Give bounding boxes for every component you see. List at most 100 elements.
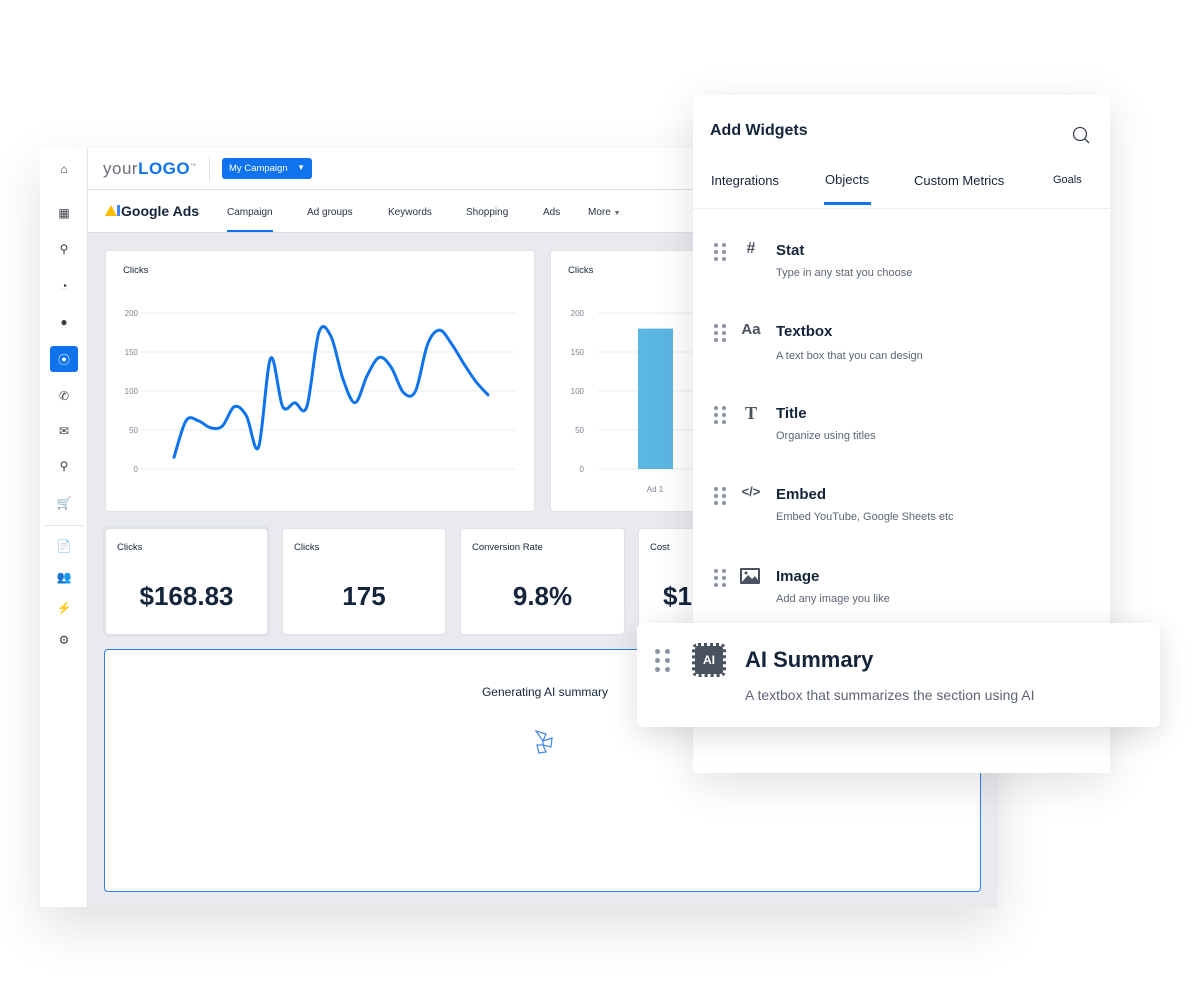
title-icon: T bbox=[744, 403, 757, 423]
widget-desc: A textbox that summarizes the section us… bbox=[745, 687, 1035, 703]
tab-objects[interactable]: Objects bbox=[825, 172, 869, 187]
google-ads-icon bbox=[105, 205, 117, 216]
widget-desc: Embed YouTube, Google Sheets etc bbox=[776, 511, 954, 523]
widget-desc: Type in any stat you choose bbox=[776, 267, 913, 279]
stat-value: $168.83 bbox=[139, 581, 234, 611]
line-chart-card: Clicks 0 50 100 150 200 bbox=[105, 250, 535, 512]
chevron-down-icon: ▼ bbox=[297, 163, 305, 172]
x-tick-label: Ad 1 bbox=[647, 485, 664, 494]
nav-shopping[interactable]: Shopping bbox=[466, 207, 508, 218]
campaign-dropdown[interactable]: My Campaign ▼ bbox=[222, 158, 312, 179]
logo-prefix: your bbox=[103, 159, 139, 178]
home-icon[interactable]: ⌂ bbox=[50, 156, 78, 182]
google-ads-brand: Google Ads bbox=[105, 203, 199, 219]
divider bbox=[693, 208, 1110, 209]
widget-name: Textbox bbox=[776, 323, 833, 340]
y-tick-label: 0 bbox=[134, 465, 139, 474]
chat-icon[interactable]: ● bbox=[50, 309, 78, 335]
widget-desc: Organize using titles bbox=[776, 430, 876, 442]
drag-handle-icon[interactable] bbox=[714, 406, 726, 424]
widget-name: Image bbox=[776, 568, 820, 585]
cart-icon[interactable]: 🛒 bbox=[50, 490, 78, 516]
logo-tm: ™ bbox=[190, 163, 197, 170]
nav-ads[interactable]: Ads bbox=[543, 207, 560, 218]
widget-name: Embed bbox=[776, 486, 827, 503]
ppc-icon[interactable]: ⦿ bbox=[50, 346, 78, 372]
users-icon[interactable]: 👥 bbox=[50, 564, 78, 590]
stat-card[interactable]: Clicks $168.83 bbox=[105, 528, 268, 635]
widget-name: Title bbox=[776, 405, 807, 422]
y-tick-label: 100 bbox=[571, 387, 585, 396]
divider bbox=[209, 157, 210, 181]
gear-icon[interactable]: ⚙ bbox=[50, 627, 78, 653]
stat-value: 175 bbox=[342, 581, 386, 611]
widget-name: AI Summary bbox=[745, 647, 874, 672]
phone-icon[interactable]: ✆ bbox=[50, 383, 78, 409]
dashboard-icon[interactable]: ▦ bbox=[50, 200, 78, 226]
tab-custom-metrics[interactable]: Custom Metrics bbox=[914, 173, 1004, 188]
drag-handle-icon[interactable] bbox=[714, 569, 726, 587]
ai-chip-icon: AI bbox=[692, 643, 726, 677]
code-icon: </> bbox=[741, 484, 761, 499]
widget-embed[interactable]: </> Embed Embed YouTube, Google Sheets e… bbox=[693, 484, 1110, 554]
pie-chart-icon[interactable]: ◔ bbox=[50, 273, 78, 299]
drag-handle-icon[interactable] bbox=[714, 243, 726, 261]
drag-handle-icon[interactable] bbox=[655, 649, 670, 672]
ai-chip-label: AI bbox=[703, 653, 715, 667]
stat-card[interactable]: Conversion Rate 9.8% bbox=[460, 528, 625, 635]
y-tick-label: 100 bbox=[125, 387, 139, 396]
campaign-label: My Campaign bbox=[229, 163, 288, 174]
stat-label: Conversion Rate bbox=[472, 542, 543, 553]
tab-integrations[interactable]: Integrations bbox=[711, 173, 779, 188]
active-tab-indicator bbox=[824, 202, 871, 205]
stat-label: Clicks bbox=[294, 542, 320, 553]
y-tick-label: 200 bbox=[571, 309, 585, 318]
y-tick-label: 200 bbox=[125, 309, 139, 318]
line-chart: 0 50 100 150 200 bbox=[125, 309, 516, 474]
widget-title[interactable]: T Title Organize using titles bbox=[693, 403, 1110, 473]
widget-stat[interactable]: # Stat Type in any stat you choose bbox=[693, 240, 1110, 310]
plug-icon[interactable]: ⚡ bbox=[50, 595, 78, 621]
logo: yourLOGO™ bbox=[103, 159, 197, 179]
y-tick-label: 50 bbox=[129, 426, 138, 435]
widget-textbox[interactable]: Aa Textbox A text box that you can desig… bbox=[693, 321, 1110, 391]
y-tick-label: 0 bbox=[580, 465, 585, 474]
tab-goals[interactable]: Goals bbox=[1053, 174, 1082, 186]
logo-main: LOGO bbox=[138, 159, 191, 178]
y-tick-label: 50 bbox=[575, 426, 584, 435]
mail-icon[interactable]: ✉ bbox=[50, 418, 78, 444]
widget-name: Stat bbox=[776, 242, 805, 259]
stat-value: 9.8% bbox=[512, 581, 573, 611]
widget-desc: Add any image you like bbox=[776, 593, 890, 605]
y-tick-label: 150 bbox=[125, 348, 139, 357]
active-tab-indicator bbox=[227, 230, 273, 232]
stat-label: Cost bbox=[650, 542, 670, 553]
loading-spinner-icon bbox=[534, 729, 553, 754]
widget-desc: A text box that you can design bbox=[776, 350, 923, 362]
panel-title: Add Widgets bbox=[710, 122, 808, 139]
sidebar: ⌂ ▦ ⚲ ◔ ● ⦿ ✆ ✉ ⚲ 🛒 📄 👥 ⚡ ⚙ bbox=[40, 148, 88, 907]
search-icon[interactable] bbox=[1072, 126, 1092, 146]
document-icon[interactable]: 📄 bbox=[50, 533, 78, 559]
chevron-down-icon: ▼ bbox=[613, 210, 621, 217]
nav-keywords[interactable]: Keywords bbox=[388, 207, 432, 218]
nav-ad-groups[interactable]: Ad groups bbox=[307, 207, 353, 218]
hash-icon: # bbox=[746, 240, 756, 257]
text-icon: Aa bbox=[741, 321, 761, 338]
stat-label: Clicks bbox=[117, 542, 143, 553]
image-icon bbox=[740, 568, 760, 584]
search-icon[interactable]: ⚲ bbox=[50, 236, 78, 262]
brand-name: Google Ads bbox=[121, 203, 200, 219]
drag-handle-icon[interactable] bbox=[714, 487, 726, 505]
clicks-line bbox=[172, 325, 490, 459]
drag-handle-icon[interactable] bbox=[714, 324, 726, 342]
location-icon[interactable]: ⚲ bbox=[50, 453, 78, 479]
stat-card[interactable]: Clicks 175 bbox=[282, 528, 446, 635]
nav-more[interactable]: More ▼ bbox=[588, 207, 621, 218]
sidebar-divider bbox=[44, 525, 84, 526]
widget-ai-summary[interactable]: AI AI Summary A textbox that summarizes … bbox=[637, 623, 1160, 727]
bar bbox=[638, 328, 673, 469]
nav-campaign[interactable]: Campaign bbox=[227, 207, 273, 218]
y-tick-label: 150 bbox=[571, 348, 585, 357]
more-label: More bbox=[588, 207, 611, 218]
